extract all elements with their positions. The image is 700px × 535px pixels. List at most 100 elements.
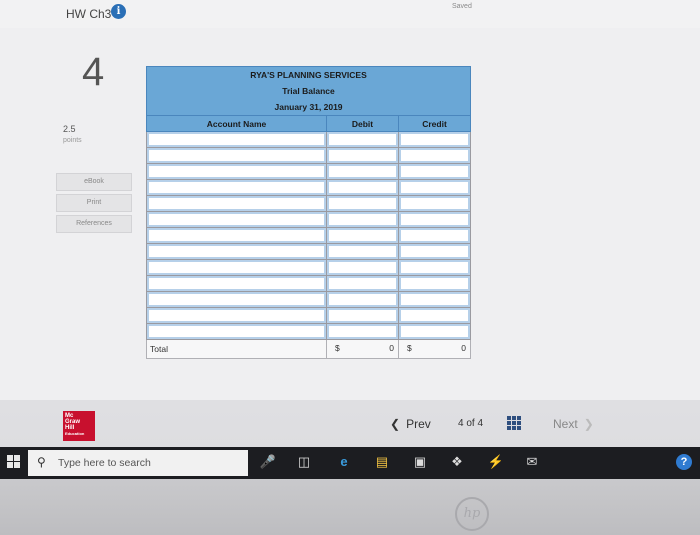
credit-total: 0 [461, 343, 467, 353]
account-name-input[interactable] [146, 211, 327, 228]
laptop-bezel [0, 479, 700, 535]
table-row [146, 179, 472, 196]
credit-input[interactable] [397, 323, 472, 340]
chevron-right-icon: ❯ [583, 417, 594, 431]
microphone-icon[interactable]: 🎤 [258, 452, 278, 472]
account-name-input[interactable] [146, 291, 327, 308]
account-name-input[interactable] [146, 243, 327, 260]
points-value: 2.5 [63, 124, 76, 134]
debit-header: Debit [326, 115, 399, 132]
debit-input[interactable] [326, 275, 399, 292]
help-icon[interactable]: ? [676, 454, 692, 470]
table-row [146, 147, 472, 164]
credit-input[interactable] [397, 275, 472, 292]
account-name-header: Account Name [146, 115, 327, 132]
search-icon: ⚲ [37, 455, 46, 469]
assignment-header-bar: HW Ch3 i Saved [0, 0, 700, 29]
dropbox-icon[interactable]: ❖ [447, 452, 467, 472]
credit-input[interactable] [397, 227, 472, 244]
print-button[interactable]: Print [56, 194, 132, 212]
credit-input[interactable] [397, 259, 472, 276]
chevron-left-icon: ❮ [390, 417, 401, 431]
search-placeholder: Type here to search [58, 457, 151, 469]
prev-label: Prev [406, 417, 431, 431]
account-name-input[interactable] [146, 163, 327, 180]
page-of: of [466, 418, 475, 429]
file-explorer-icon[interactable]: ▤ [372, 452, 392, 472]
prev-button[interactable]: ❮ Prev [390, 417, 431, 431]
mcgraw-hill-logo: Mc Graw Hill Education [63, 411, 95, 441]
info-icon[interactable]: i [111, 4, 126, 19]
account-name-input[interactable] [146, 307, 327, 324]
credit-input[interactable] [397, 179, 472, 196]
credit-input[interactable] [397, 291, 472, 308]
debit-input[interactable] [326, 147, 399, 164]
debit-input[interactable] [326, 259, 399, 276]
credit-input[interactable] [397, 211, 472, 228]
debit-total-cell: $ 0 [326, 339, 399, 359]
debit-input[interactable] [326, 179, 399, 196]
credit-currency: $ [407, 343, 412, 353]
question-grid-icon[interactable] [507, 416, 521, 430]
account-name-input[interactable] [146, 131, 327, 148]
table-row [146, 211, 472, 228]
hp-logo: hp [455, 497, 489, 531]
debit-input[interactable] [326, 227, 399, 244]
debit-input[interactable] [326, 195, 399, 212]
debit-input[interactable] [326, 307, 399, 324]
task-view-icon[interactable]: ◫ [294, 452, 314, 472]
store-icon[interactable]: ▣ [410, 452, 430, 472]
points-label: points [63, 137, 82, 144]
account-name-input[interactable] [146, 323, 327, 340]
page-total: 4 [477, 418, 484, 429]
account-name-input[interactable] [146, 275, 327, 292]
logo-line: Education [65, 431, 85, 436]
debit-input[interactable] [326, 243, 399, 260]
credit-input[interactable] [397, 195, 472, 212]
edge-icon[interactable]: e [334, 452, 354, 472]
taskbar-search[interactable]: ⚲ Type here to search [28, 450, 248, 476]
mail-icon[interactable]: ✉ [522, 452, 542, 472]
credit-input[interactable] [397, 147, 472, 164]
debit-input[interactable] [326, 211, 399, 228]
debit-input[interactable] [326, 163, 399, 180]
trial-balance-table: RYA'S PLANNING SERVICES Trial Balance Ja… [145, 66, 472, 359]
account-name-input[interactable] [146, 179, 327, 196]
account-name-input[interactable] [146, 195, 327, 212]
next-label: Next [553, 417, 578, 431]
total-row: Total $ 0 $ 0 [146, 339, 472, 359]
account-name-input[interactable] [146, 227, 327, 244]
credit-input[interactable] [397, 243, 472, 260]
credit-total-cell: $ 0 [397, 339, 472, 359]
debit-total: 0 [389, 343, 394, 353]
credit-input[interactable] [397, 307, 472, 324]
debit-input[interactable] [326, 291, 399, 308]
account-name-input[interactable] [146, 259, 327, 276]
statement-date: January 31, 2019 [145, 99, 472, 116]
page-current: 4 [458, 418, 464, 429]
references-button[interactable]: References [56, 215, 132, 233]
credit-input[interactable] [397, 163, 472, 180]
debit-input[interactable] [326, 131, 399, 148]
table-row [146, 291, 472, 308]
next-button[interactable]: Next ❯ [553, 417, 594, 431]
question-number: 4 [82, 50, 105, 94]
total-label: Total [146, 339, 327, 359]
table-row [146, 131, 472, 148]
ebook-button[interactable]: eBook [56, 173, 132, 191]
windows-start-icon[interactable] [7, 455, 21, 469]
table-row [146, 163, 472, 180]
table-row [146, 275, 472, 292]
account-name-input[interactable] [146, 147, 327, 164]
table-row [146, 323, 472, 340]
table-row [146, 243, 472, 260]
credit-input[interactable] [397, 131, 472, 148]
company-name: RYA'S PLANNING SERVICES [145, 66, 472, 83]
table-row [146, 227, 472, 244]
credit-header: Credit [397, 115, 472, 132]
power-app-icon[interactable]: ⚡ [486, 452, 506, 472]
page-indicator: 4 of 4 [458, 418, 483, 429]
statement-title: Trial Balance [145, 83, 472, 99]
debit-input[interactable] [326, 323, 399, 340]
table-row [146, 195, 472, 212]
